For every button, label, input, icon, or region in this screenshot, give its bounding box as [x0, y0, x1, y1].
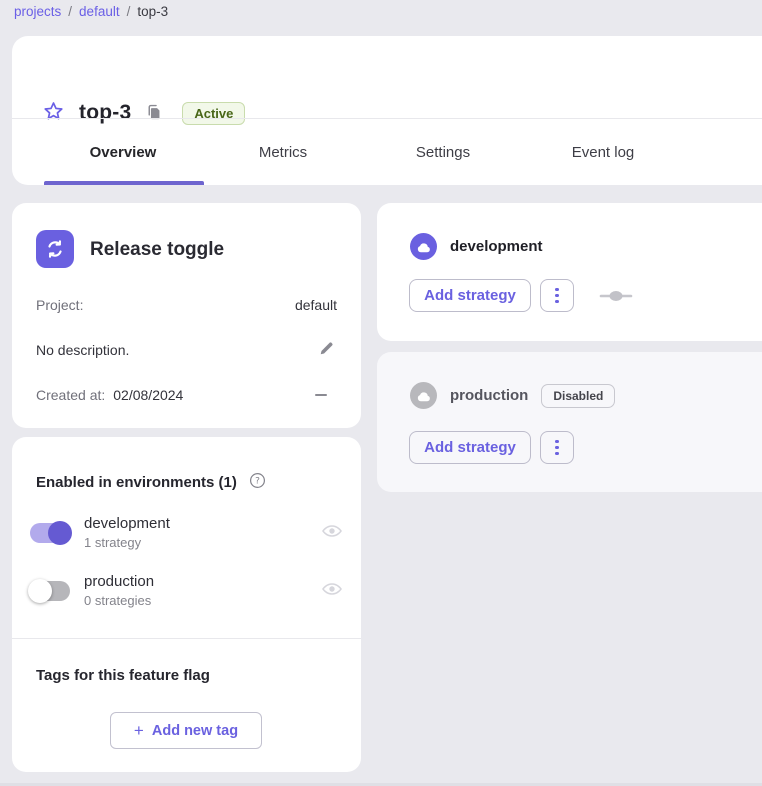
release-toggle-icon — [36, 230, 74, 268]
strategy-separator-icon — [599, 290, 633, 302]
description-row: No description. — [36, 338, 337, 362]
environment-menu-button-production[interactable] — [540, 431, 574, 464]
kebab-icon — [555, 440, 559, 444]
plus-icon: + — [134, 722, 144, 739]
disabled-badge: Disabled — [541, 384, 615, 408]
flag-header-card: top-3 Active Overview Metrics Settings E… — [12, 36, 762, 185]
card-divider — [12, 638, 361, 639]
environments-help-button[interactable]: ? — [247, 470, 268, 494]
environment-row-production: production 0 strategies — [30, 573, 345, 608]
toggle-thumb — [28, 579, 52, 603]
environment-name: production — [84, 573, 154, 590]
environment-panel-development: development Add strategy — [377, 203, 762, 341]
toggle-development[interactable] — [30, 523, 70, 543]
breadcrumb-link-default[interactable]: default — [79, 4, 120, 19]
environment-strategy-count: 0 strategies — [84, 593, 154, 608]
help-icon: ? — [249, 472, 266, 492]
environment-menu-button-development[interactable] — [540, 279, 574, 312]
environments-card: Enabled in environments (1) ? developmen… — [12, 437, 361, 772]
cloud-icon — [410, 382, 437, 409]
breadcrumb-separator: / — [127, 4, 131, 19]
tab-metrics[interactable]: Metrics — [203, 119, 363, 185]
kebab-icon — [555, 288, 559, 292]
created-value: 02/08/2024 — [113, 387, 183, 403]
eye-icon — [321, 580, 343, 601]
created-label: Created at: — [36, 387, 105, 403]
tab-event-log[interactable]: Event log — [523, 119, 683, 185]
environment-panel-name: development — [450, 238, 543, 255]
created-row: Created at: 02/08/2024 — [36, 387, 337, 403]
tab-overview[interactable]: Overview — [43, 119, 203, 185]
project-row: Project: default — [36, 297, 337, 313]
add-strategy-button-development[interactable]: Add strategy — [409, 279, 531, 312]
svg-text:?: ? — [255, 477, 260, 487]
toggle-production[interactable] — [30, 581, 70, 601]
environment-row-development: development 1 strategy — [30, 515, 345, 550]
project-value: default — [295, 297, 337, 313]
environments-title: Enabled in environments (1) — [36, 474, 237, 491]
breadcrumb: projects / default / top-3 — [14, 4, 168, 19]
collapse-button[interactable] — [313, 392, 329, 398]
edit-description-button[interactable] — [316, 338, 337, 362]
tags-title: Tags for this feature flag — [36, 667, 210, 684]
breadcrumb-link-projects[interactable]: projects — [14, 4, 61, 19]
tab-bar: Overview Metrics Settings Event log — [43, 119, 683, 185]
environment-panel-name: production — [450, 387, 528, 404]
add-strategy-button-production[interactable]: Add strategy — [409, 431, 531, 464]
active-tab-indicator — [44, 181, 204, 185]
breadcrumb-current: top-3 — [137, 4, 168, 19]
project-label: Project: — [36, 297, 83, 313]
cloud-icon — [410, 233, 437, 260]
preview-development-button[interactable] — [319, 520, 345, 545]
preview-production-button[interactable] — [319, 578, 345, 603]
breadcrumb-separator: / — [68, 4, 72, 19]
toggle-thumb — [48, 521, 72, 545]
pencil-icon — [318, 340, 335, 360]
environment-panel-production: production Disabled Add strategy — [377, 352, 762, 492]
add-new-tag-button[interactable]: + Add new tag — [110, 712, 262, 749]
flag-type-card: Release toggle Project: default No descr… — [12, 203, 361, 428]
eye-icon — [321, 522, 343, 543]
tab-settings[interactable]: Settings — [363, 119, 523, 185]
flag-type-label: Release toggle — [90, 239, 224, 261]
add-new-tag-label: Add new tag — [152, 723, 238, 739]
minus-icon — [315, 394, 327, 396]
description-text: No description. — [36, 342, 129, 358]
environment-name: development — [84, 515, 170, 532]
environment-strategy-count: 1 strategy — [84, 535, 170, 550]
